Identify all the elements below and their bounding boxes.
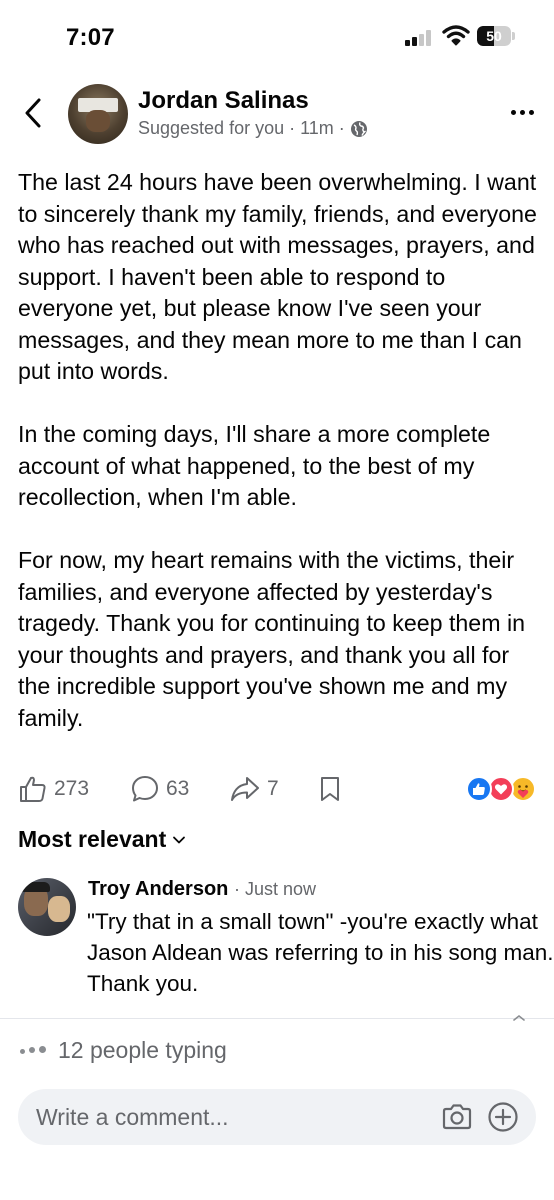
comment-button[interactable]: 63 (130, 772, 189, 806)
like-count: 273 (54, 777, 90, 800)
more-dot (519, 109, 525, 115)
battery-icon: 50 (477, 26, 515, 46)
signal-icon (405, 30, 435, 46)
meta-separator: · (338, 118, 345, 138)
reactions-summary[interactable] (466, 776, 544, 804)
like-button[interactable]: 273 (18, 772, 89, 806)
comment-time: · Just now (233, 879, 316, 899)
comment-count: 63 (166, 777, 190, 800)
status-bar: 7:07 50 (0, 0, 554, 75)
back-button[interactable] (18, 94, 48, 132)
comment-header: Troy Anderson · Just now (88, 878, 316, 901)
like-reaction-icon (466, 776, 492, 802)
comment-bubble-icon (132, 776, 158, 802)
typing-dots-icon (20, 1046, 46, 1054)
typing-text: 12 people typing (58, 1037, 227, 1063)
author-name[interactable]: Jordan Salinas (138, 87, 309, 115)
bookmark-icon (321, 777, 339, 801)
commenter-name[interactable]: Troy Anderson (88, 878, 228, 900)
post-body: The last 24 hours have been overwhelming… (18, 167, 543, 734)
wifi-icon (442, 24, 470, 46)
comment-composer-bar: 12 people typing (0, 1014, 554, 1200)
more-dot (510, 109, 516, 115)
status-time: 7:07 (66, 24, 115, 51)
author-avatar[interactable] (68, 84, 128, 144)
comment-input-box[interactable] (18, 1089, 536, 1145)
thumbs-up-icon (20, 776, 46, 802)
suggested-label: Suggested for you (138, 118, 285, 138)
sort-label: Most relevant (18, 826, 167, 852)
chevron-up-icon (513, 1014, 525, 1021)
post-header: Jordan Salinas Suggested for you · 11m · (0, 80, 554, 150)
camera-button[interactable] (440, 1101, 474, 1133)
share-button[interactable]: 7 (229, 772, 279, 806)
meta-separator: · (289, 118, 296, 138)
save-button[interactable] (318, 772, 342, 806)
globe-icon (350, 120, 367, 137)
post-paragraph: The last 24 hours have been overwhelming… (18, 169, 537, 384)
comment-sort-dropdown[interactable]: Most relevant (18, 826, 186, 853)
comment-input[interactable] (36, 1089, 426, 1145)
plus-circle-icon (488, 1102, 518, 1132)
post-paragraph: In the coming days, I'll share a more co… (18, 421, 491, 510)
commenter-avatar[interactable] (18, 878, 76, 936)
post-meta: Suggested for you · 11m · (138, 118, 368, 139)
more-dot (528, 109, 534, 115)
typing-indicator: 12 people typing (20, 1037, 227, 1064)
camera-icon (442, 1104, 472, 1130)
comment-text: "Try that in a small town" -you're exact… (87, 909, 554, 996)
post-time[interactable]: 11m (300, 118, 334, 139)
more-options-button[interactable] (505, 102, 539, 122)
share-arrow-icon (231, 777, 259, 801)
post-paragraph: For now, my heart remains with the victi… (18, 547, 525, 731)
battery-level: 50 (486, 28, 502, 44)
chevron-left-icon (25, 98, 41, 128)
add-attachment-button[interactable] (486, 1100, 520, 1134)
share-count: 7 (267, 777, 279, 800)
post-actions: 273 63 7 (0, 768, 554, 810)
chevron-down-icon (173, 836, 186, 843)
